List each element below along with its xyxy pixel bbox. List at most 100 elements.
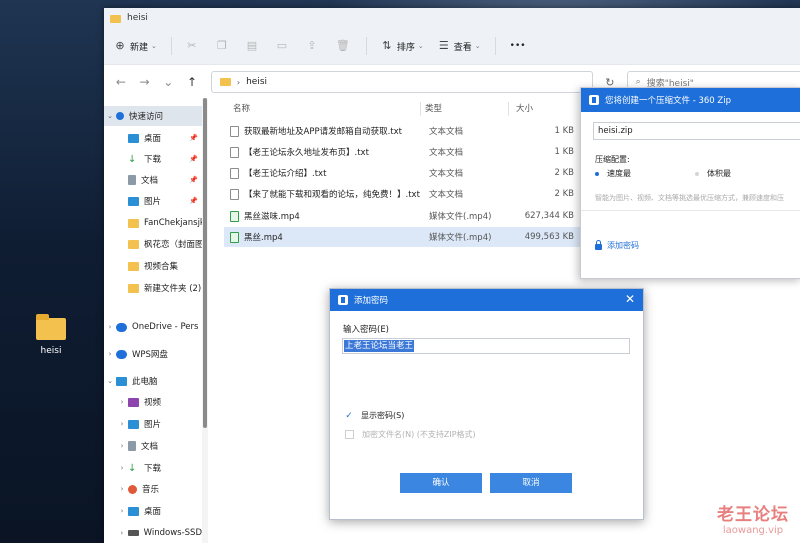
column-header-name[interactable]: 名称 [233, 98, 250, 118]
sidebar-item-video-collection[interactable]: 视频合集 [104, 256, 202, 276]
chevron-right-icon: › [120, 398, 124, 406]
download-icon: ↓ [128, 462, 137, 474]
add-password-link[interactable]: 添加密码 [595, 239, 639, 251]
radio-speed[interactable]: 速度最 [595, 168, 631, 179]
sidebar-item-new-folder-2[interactable]: 新建文件夹 (2) [104, 278, 202, 298]
chevron-right-icon: › [108, 323, 112, 331]
share-button[interactable]: ⇪ [306, 40, 322, 52]
sidebar-item-wps[interactable]: › WPS网盘 [104, 344, 202, 364]
file-size: 1 KB [554, 126, 574, 136]
text-file-icon [230, 125, 239, 137]
radio-label: 体积最 [707, 169, 731, 178]
up-button[interactable]: ↑ [183, 75, 201, 89]
sidebar-item-videos[interactable]: › 视频 [104, 392, 202, 412]
cancel-button[interactable]: 取消 [490, 473, 572, 493]
sort-button[interactable]: ⇅ 排序 ⌄ [381, 40, 424, 53]
scrollbar-thumb[interactable] [203, 98, 207, 428]
column-header-label: 类型 [425, 104, 443, 114]
picture-icon [128, 196, 139, 206]
delete-button[interactable]: 🗑 [336, 40, 352, 52]
copy-button[interactable]: ❐ [216, 40, 232, 52]
radio-unselected-icon [695, 171, 699, 176]
encrypt-filenames-checkbox[interactable]: 加密文件名(N) (不支持ZIP格式) [345, 429, 476, 440]
chevron-right-icon: › [120, 529, 124, 537]
video-file-icon [230, 231, 239, 243]
column-divider[interactable] [508, 102, 509, 116]
column-header-type[interactable]: 类型 [425, 98, 442, 118]
close-icon[interactable]: ✕ [623, 292, 637, 306]
column-header-size[interactable]: 大小 [516, 98, 533, 118]
sidebar-item-cover-folder[interactable]: 枫花恋（封面图 [104, 234, 202, 254]
cloud-icon [116, 322, 127, 332]
sidebar-item-label: 视频合集 [144, 262, 179, 272]
compression-description: 智能为图片、视频、文档等挑选最优压缩方式，兼顾速度和压 [595, 194, 784, 202]
sidebar-item-documents[interactable]: 文档 📌 [104, 170, 202, 190]
folder-icon [36, 314, 66, 340]
sidebar-item-label: Windows-SSD [143, 528, 202, 538]
file-type: 媒体文件(.mp4) [429, 212, 492, 222]
radio-size[interactable]: 体积最 [695, 168, 731, 179]
confirm-button[interactable]: 确认 [400, 473, 482, 493]
compression-config-label: 压缩配置: [595, 155, 630, 164]
pin-icon: 📌 [189, 176, 198, 184]
drive-icon [127, 530, 139, 536]
forward-button[interactable]: → [136, 75, 154, 89]
show-password-checkbox[interactable]: ✓ 显示密码(S) [345, 410, 404, 421]
paste-button[interactable]: ▤ [246, 40, 262, 52]
share-icon: ⇪ [307, 39, 317, 52]
new-button[interactable]: ⊕ 新建 ⌄ [114, 40, 157, 53]
sidebar-item-label: 新建文件夹 (2) [144, 284, 202, 294]
sidebar-item-music[interactable]: › 音乐 [104, 479, 202, 499]
file-type: 文本文档 [429, 127, 464, 137]
checkbox-empty-icon [345, 430, 354, 439]
sidebar-item-pc-desktop[interactable]: › 桌面 [104, 501, 202, 521]
sidebar-item-label: 图片 [144, 420, 162, 430]
cut-button[interactable]: ✂ [186, 40, 202, 52]
divider [581, 210, 800, 211]
text-file-icon [230, 188, 239, 200]
chevron-right-icon: › [120, 507, 124, 515]
column-divider[interactable] [420, 102, 421, 116]
pin-icon: 📌 [189, 155, 198, 163]
watermark-title: 老王论坛 [717, 505, 789, 525]
sidebar-item-fanchekjansjk[interactable]: FanChekjansjk [104, 213, 202, 233]
sidebar-item-onedrive[interactable]: › OneDrive - Pers [104, 317, 202, 337]
chevron-right-icon: › [120, 420, 124, 428]
sidebar-item-desktop[interactable]: 桌面 📌 [104, 128, 202, 148]
folder-icon [128, 261, 139, 271]
sidebar-item-pc-downloads[interactable]: › ↓ 下载 [104, 458, 202, 478]
archive-filename: heisi.zip [598, 126, 633, 136]
paste-icon: ▤ [246, 39, 258, 52]
sidebar-item-downloads[interactable]: ↓ 下载 📌 [104, 149, 202, 169]
sidebar-item-quick-access[interactable]: ⌄ 快速访问 [104, 106, 202, 126]
rename-button[interactable]: ▭ [276, 40, 292, 52]
desktop-folder-label: heisi [40, 346, 62, 356]
view-button[interactable]: ☰ 查看 ⌄ [438, 40, 481, 53]
more-options-button[interactable]: ••• [510, 41, 526, 51]
sidebar-item-this-pc[interactable]: ⌄ 此电脑 [104, 371, 202, 391]
sidebar-item-label: 文档 [141, 176, 159, 186]
sidebar-item-windows-ssd[interactable]: › Windows-SSD [104, 523, 202, 543]
command-bar: ⊕ 新建 ⌄ ✂ ❐ ▤ ▭ ⇪ 🗑 ⇅ 排序 ⌄ ☰ 查看 ⌄ ••• [104, 28, 800, 65]
password-input[interactable]: 上老王论坛当老王 [342, 338, 630, 354]
sidebar-item-pc-documents[interactable]: › 文档 [104, 436, 202, 456]
button-label: 确认 [432, 478, 450, 488]
recent-dropdown-icon[interactable]: ⌄ [159, 75, 177, 89]
address-path: heisi [246, 77, 268, 87]
address-bar[interactable]: › heisi [210, 71, 593, 93]
sidebar-item-pc-pictures[interactable]: › 图片 [104, 414, 202, 434]
toolbar-divider [170, 37, 172, 55]
pin-icon: 📌 [189, 197, 198, 205]
file-size: 1 KB [554, 147, 574, 157]
sidebar-item-label: 枫花恋（封面图 [144, 240, 202, 250]
document-icon [128, 441, 136, 451]
checkbox-label: 加密文件名(N) (不支持ZIP格式) [362, 430, 476, 439]
folder-icon [110, 15, 121, 23]
archive-filename-input[interactable]: heisi.zip [593, 122, 800, 140]
picture-icon [128, 419, 139, 429]
cloud-icon [116, 349, 127, 359]
desktop-icon [128, 133, 139, 143]
sidebar-item-pictures[interactable]: 图片 📌 [104, 191, 202, 211]
desktop-folder-icon[interactable]: heisi [28, 314, 74, 356]
back-button[interactable]: ← [112, 75, 130, 89]
